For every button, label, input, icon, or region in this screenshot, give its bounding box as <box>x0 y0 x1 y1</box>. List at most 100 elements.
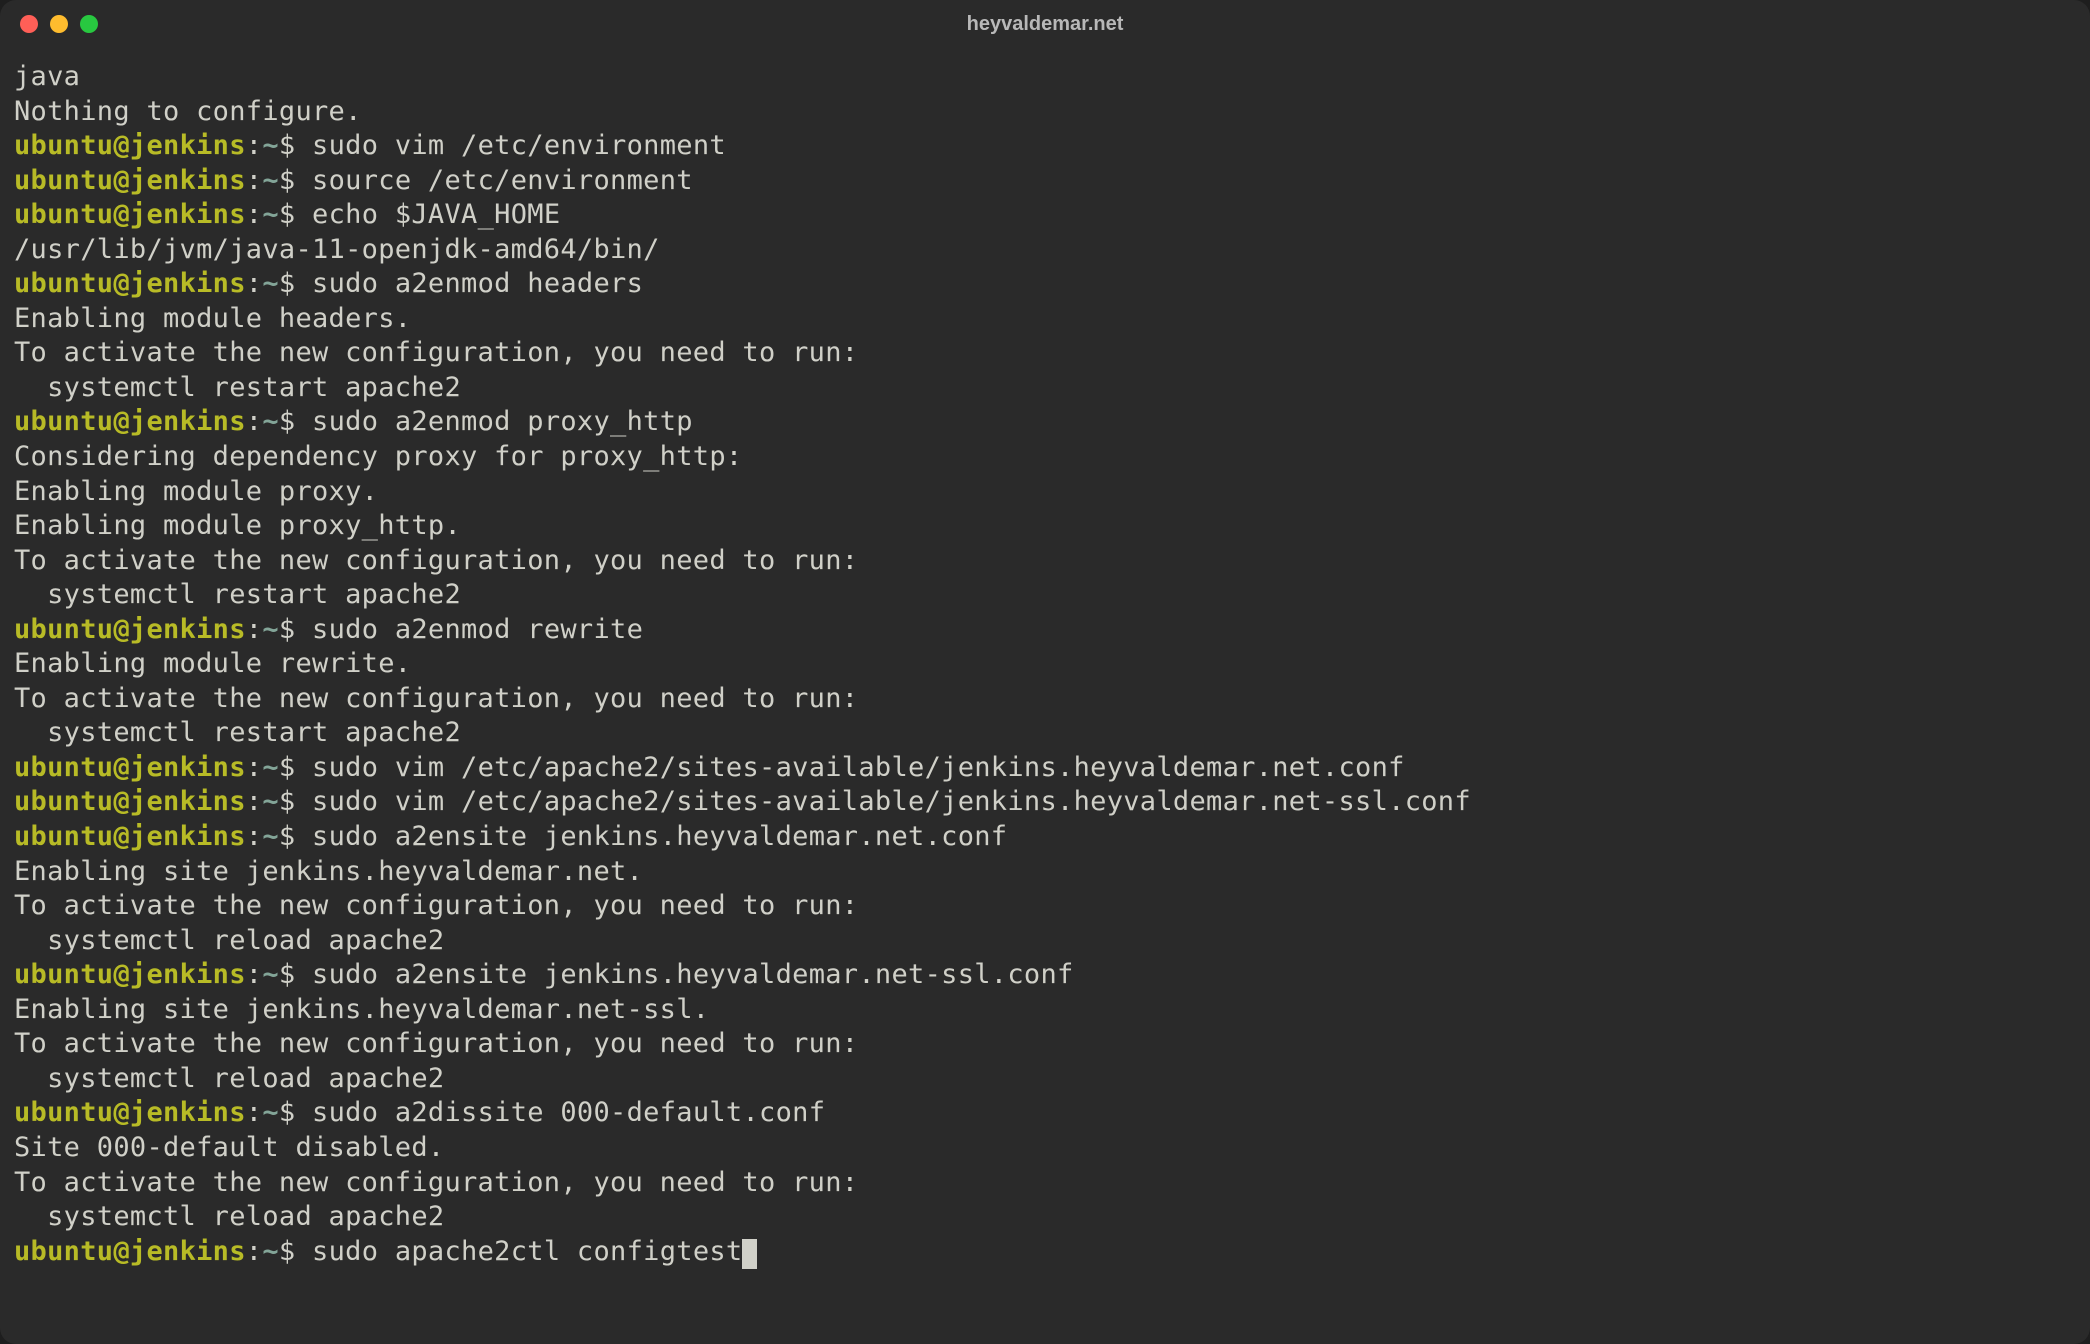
prompt-symbol: $ <box>279 268 296 299</box>
prompt-host: jenkins <box>130 1236 246 1267</box>
maximize-button[interactable] <box>80 15 98 33</box>
prompt-host: jenkins <box>130 199 246 230</box>
prompt-host: jenkins <box>130 268 246 299</box>
prompt-command: sudo a2ensite jenkins.heyvaldemar.net-ss… <box>295 959 1073 990</box>
prompt-command: sudo a2enmod proxy_http <box>295 406 692 437</box>
terminal-output-line: To activate the new configuration, you n… <box>14 890 858 921</box>
terminal-output-line: To activate the new configuration, you n… <box>14 337 858 368</box>
close-button[interactable] <box>20 15 38 33</box>
terminal-prompt-line: ubuntu@jenkins:~$ sudo apache2ctl config… <box>14 1236 757 1267</box>
prompt-command: sudo a2ensite jenkins.heyvaldemar.net.co… <box>295 821 1007 852</box>
terminal-prompt-line: ubuntu@jenkins:~$ sudo vim /etc/environm… <box>14 130 726 161</box>
prompt-symbol: $ <box>279 752 296 783</box>
prompt-at: @ <box>113 752 130 783</box>
prompt-symbol: $ <box>279 614 296 645</box>
prompt-colon: : <box>246 786 263 817</box>
prompt-at: @ <box>113 786 130 817</box>
prompt-user: ubuntu <box>14 752 113 783</box>
prompt-command: sudo a2enmod headers <box>295 268 643 299</box>
prompt-at: @ <box>113 614 130 645</box>
terminal-output-line: systemctl restart apache2 <box>14 579 461 610</box>
terminal-output-line: systemctl reload apache2 <box>14 925 444 956</box>
prompt-command: source /etc/environment <box>295 165 692 196</box>
terminal-output-line: To activate the new configuration, you n… <box>14 683 858 714</box>
prompt-user: ubuntu <box>14 130 113 161</box>
prompt-command: sudo vim /etc/apache2/sites-available/je… <box>295 786 1470 817</box>
prompt-symbol: $ <box>279 959 296 990</box>
prompt-symbol: $ <box>279 1236 296 1267</box>
terminal-body[interactable]: java Nothing to configure. ubuntu@jenkin… <box>0 48 2090 1344</box>
prompt-at: @ <box>113 959 130 990</box>
prompt-command: echo $JAVA_HOME <box>295 199 560 230</box>
traffic-lights <box>20 15 98 33</box>
terminal-prompt-line: ubuntu@jenkins:~$ sudo a2enmod proxy_htt… <box>14 406 693 437</box>
prompt-symbol: $ <box>279 1097 296 1128</box>
prompt-command: sudo a2dissite 000-default.conf <box>295 1097 825 1128</box>
prompt-user: ubuntu <box>14 614 113 645</box>
window-title: heyvaldemar.net <box>967 13 1124 36</box>
prompt-symbol: $ <box>279 786 296 817</box>
prompt-colon: : <box>246 752 263 783</box>
prompt-user: ubuntu <box>14 821 113 852</box>
prompt-host: jenkins <box>130 1097 246 1128</box>
prompt-symbol: $ <box>279 406 296 437</box>
terminal-output-line: systemctl restart apache2 <box>14 372 461 403</box>
prompt-host: jenkins <box>130 752 246 783</box>
prompt-command: sudo a2enmod rewrite <box>295 614 643 645</box>
prompt-path: ~ <box>262 165 279 196</box>
prompt-colon: : <box>246 821 263 852</box>
prompt-path: ~ <box>262 752 279 783</box>
terminal-output-line: Nothing to configure. <box>14 96 362 127</box>
prompt-host: jenkins <box>130 130 246 161</box>
terminal-output-line: systemctl restart apache2 <box>14 717 461 748</box>
terminal-prompt-line: ubuntu@jenkins:~$ sudo a2enmod headers <box>14 268 643 299</box>
prompt-path: ~ <box>262 1097 279 1128</box>
prompt-path: ~ <box>262 199 279 230</box>
terminal-output-line: Considering dependency proxy for proxy_h… <box>14 441 742 472</box>
prompt-colon: : <box>246 406 263 437</box>
prompt-path: ~ <box>262 786 279 817</box>
minimize-button[interactable] <box>50 15 68 33</box>
prompt-user: ubuntu <box>14 959 113 990</box>
terminal-prompt-line: ubuntu@jenkins:~$ sudo a2dissite 000-def… <box>14 1097 825 1128</box>
terminal-prompt-line: ubuntu@jenkins:~$ echo $JAVA_HOME <box>14 199 560 230</box>
prompt-at: @ <box>113 268 130 299</box>
terminal-output-line: Enabling module headers. <box>14 303 411 334</box>
prompt-colon: : <box>246 165 263 196</box>
prompt-symbol: $ <box>279 199 296 230</box>
prompt-at: @ <box>113 165 130 196</box>
cursor <box>742 1239 757 1269</box>
prompt-host: jenkins <box>130 786 246 817</box>
prompt-user: ubuntu <box>14 268 113 299</box>
terminal-output-line: Enabling module proxy_http. <box>14 510 461 541</box>
terminal-output-line: systemctl reload apache2 <box>14 1201 444 1232</box>
prompt-command: sudo vim /etc/environment <box>295 130 725 161</box>
terminal-prompt-line: ubuntu@jenkins:~$ source /etc/environmen… <box>14 165 693 196</box>
terminal-output-line: To activate the new configuration, you n… <box>14 1028 858 1059</box>
terminal-output-line: Enabling site jenkins.heyvaldemar.net. <box>14 856 643 887</box>
terminal-prompt-line: ubuntu@jenkins:~$ sudo vim /etc/apache2/… <box>14 786 1471 817</box>
prompt-path: ~ <box>262 406 279 437</box>
prompt-symbol: $ <box>279 821 296 852</box>
prompt-host: jenkins <box>130 165 246 196</box>
prompt-user: ubuntu <box>14 786 113 817</box>
terminal-output-line: systemctl reload apache2 <box>14 1063 444 1094</box>
titlebar: heyvaldemar.net <box>0 0 2090 48</box>
terminal-prompt-line: ubuntu@jenkins:~$ sudo a2ensite jenkins.… <box>14 821 1007 852</box>
prompt-at: @ <box>113 130 130 161</box>
prompt-path: ~ <box>262 959 279 990</box>
prompt-command: sudo vim /etc/apache2/sites-available/je… <box>295 752 1404 783</box>
terminal-window: heyvaldemar.net java Nothing to configur… <box>0 0 2090 1344</box>
terminal-output-line: Enabling module rewrite. <box>14 648 411 679</box>
terminal-output-line: Enabling module proxy. <box>14 476 378 507</box>
prompt-colon: : <box>246 614 263 645</box>
prompt-user: ubuntu <box>14 1236 113 1267</box>
terminal-output-line: java <box>14 61 80 92</box>
prompt-symbol: $ <box>279 130 296 161</box>
prompt-at: @ <box>113 406 130 437</box>
prompt-colon: : <box>246 1236 263 1267</box>
prompt-colon: : <box>246 1097 263 1128</box>
prompt-path: ~ <box>262 614 279 645</box>
terminal-output-line: Site 000-default disabled. <box>14 1132 444 1163</box>
prompt-path: ~ <box>262 130 279 161</box>
